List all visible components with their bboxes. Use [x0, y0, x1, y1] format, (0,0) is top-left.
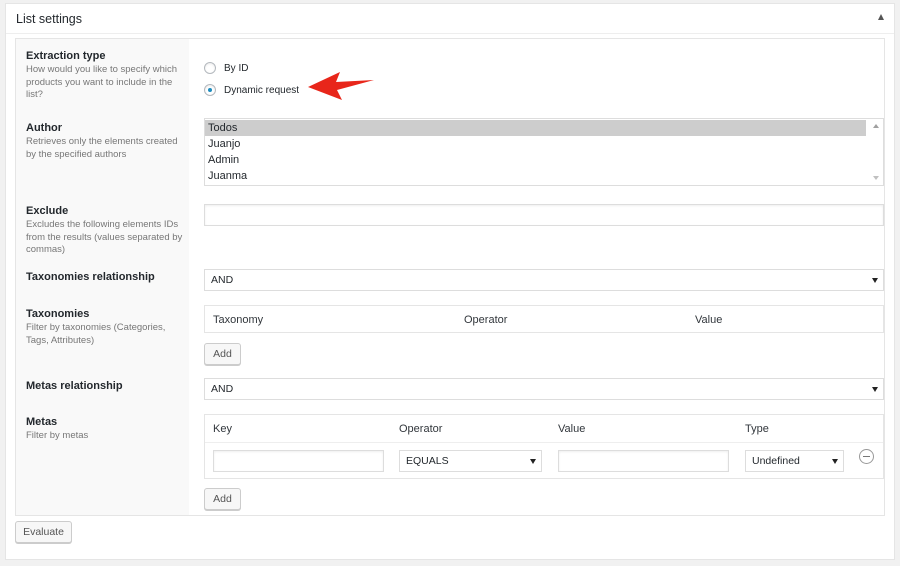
author-label: Author Retrieves only the elements creat…	[26, 122, 186, 161]
author-option[interactable]: Juanjo	[205, 136, 883, 152]
metas-title: Metas	[26, 416, 58, 428]
evaluate-button[interactable]: Evaluate	[15, 521, 72, 543]
column-header-type: Type	[745, 423, 769, 435]
dropdown-caret-icon	[872, 387, 878, 392]
panel-title: List settings	[16, 12, 83, 26]
metas-table: Key Operator Value Type EQUALS Undefined	[204, 414, 884, 479]
radio-by-id-input[interactable]	[204, 62, 216, 74]
exclude-title: Exclude	[26, 205, 69, 217]
metas-description: Filter by metas	[26, 430, 89, 441]
meta-key-input[interactable]	[213, 450, 384, 472]
scroll-down-icon[interactable]	[873, 176, 879, 180]
meta-operator-value: EQUALS	[406, 455, 449, 467]
author-title: Author	[26, 122, 63, 134]
dropdown-caret-icon	[530, 459, 536, 464]
metas-relationship-select[interactable]: AND	[204, 378, 884, 400]
taxonomies-relationship-label: Taxonomies relationship	[26, 271, 186, 284]
taxonomies-add-button[interactable]: Add	[204, 343, 241, 365]
exclude-input[interactable]	[204, 204, 884, 226]
column-header-operator: Operator	[464, 314, 508, 326]
list-settings-panel: List settings Extraction type How would …	[5, 3, 895, 560]
radio-by-id[interactable]: By ID	[204, 61, 248, 75]
taxonomies-description: Filter by taxonomies (Categories, Tags, …	[26, 322, 166, 346]
extraction-type-description: How would you like to specify which prod…	[26, 64, 178, 100]
metas-relationship-value: AND	[211, 383, 234, 395]
taxonomies-title: Taxonomies	[26, 308, 90, 320]
extraction-type-label: Extraction type How would you like to sp…	[26, 50, 186, 102]
author-listbox[interactable]: Todos Juanjo Admin Juanma	[204, 118, 884, 186]
taxonomies-table: Taxonomy Operator Value	[204, 305, 884, 333]
author-option[interactable]: Todos	[205, 120, 866, 136]
radio-by-id-label[interactable]: By ID	[224, 63, 248, 74]
column-header-operator: Operator	[399, 423, 443, 435]
scroll-up-icon[interactable]	[873, 124, 879, 128]
settings-form: Extraction type How would you like to sp…	[15, 38, 885, 516]
meta-type-value: Undefined	[752, 455, 800, 467]
author-description: Retrieves only the elements created by t…	[26, 136, 178, 160]
radio-dynamic-request[interactable]: Dynamic request	[204, 83, 299, 97]
taxonomies-relationship-title: Taxonomies relationship	[26, 271, 155, 283]
meta-type-select[interactable]: Undefined	[745, 450, 844, 472]
column-header-key: Key	[213, 423, 232, 435]
author-option[interactable]: Admin	[205, 152, 883, 168]
dropdown-caret-icon	[872, 278, 878, 283]
taxonomies-relationship-select[interactable]: AND	[204, 269, 884, 291]
meta-value-input[interactable]	[558, 450, 729, 472]
dropdown-caret-icon	[832, 459, 838, 464]
metas-add-button[interactable]: Add	[204, 488, 241, 510]
extraction-type-title: Extraction type	[26, 50, 106, 62]
meta-operator-select[interactable]: EQUALS	[399, 450, 542, 472]
author-option[interactable]: Juanma	[205, 168, 883, 184]
column-header-value: Value	[695, 314, 723, 326]
taxonomies-label: Taxonomies Filter by taxonomies (Categor…	[26, 308, 186, 347]
red-arrow-icon	[308, 72, 374, 100]
column-header-taxonomy: Taxonomy	[213, 314, 264, 326]
metas-relationship-title: Metas relationship	[26, 380, 123, 392]
taxonomies-relationship-value: AND	[211, 274, 234, 286]
panel-header[interactable]: List settings	[6, 4, 894, 34]
exclude-label: Exclude Excludes the following elements …	[26, 205, 186, 257]
radio-dynamic-request-input[interactable]	[204, 84, 216, 96]
metas-relationship-label: Metas relationship	[26, 380, 186, 393]
exclude-description: Excludes the following elements IDs from…	[26, 219, 183, 255]
minus-circle-icon[interactable]	[859, 449, 874, 464]
column-header-value: Value	[558, 423, 586, 435]
radio-dynamic-request-label[interactable]: Dynamic request	[224, 85, 299, 96]
table-divider	[205, 442, 883, 443]
metas-label: Metas Filter by metas	[26, 416, 186, 443]
collapse-triangle-icon[interactable]	[878, 14, 884, 20]
